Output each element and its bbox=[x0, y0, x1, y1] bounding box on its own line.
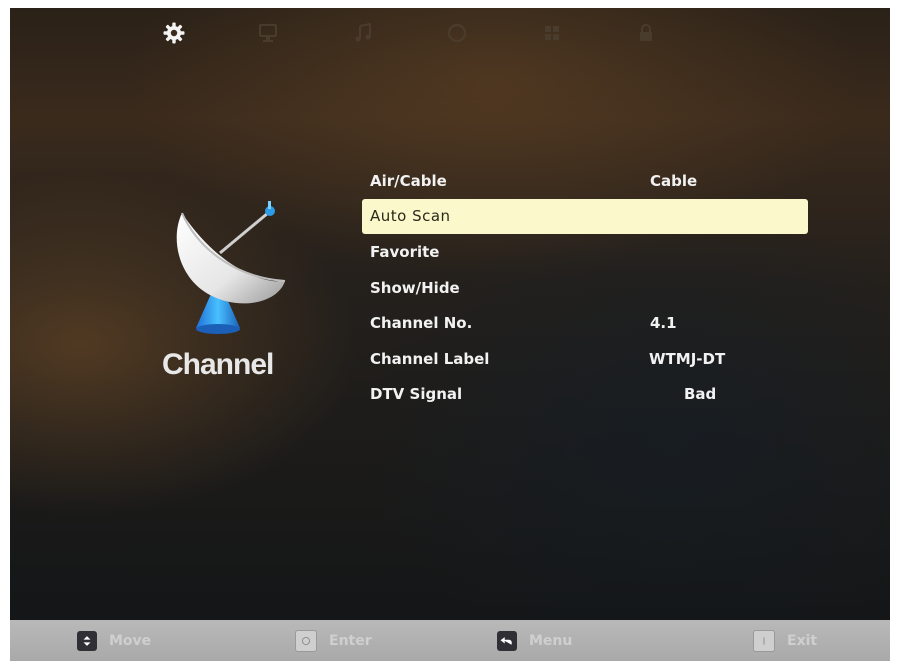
tab-sound[interactable] bbox=[350, 20, 376, 46]
channel-menu: Air/Cable Cable Auto Scan Favorite Show/… bbox=[362, 163, 808, 412]
satellite-dish-icon bbox=[176, 201, 286, 334]
menu-item-label: DTV Signal bbox=[370, 385, 463, 404]
menu-item-show-hide[interactable]: Show/Hide bbox=[362, 270, 808, 306]
hint-move: Move bbox=[77, 628, 151, 654]
tab-lock[interactable] bbox=[633, 20, 659, 46]
channel-hero bbox=[160, 183, 300, 353]
hint-label: Enter bbox=[329, 633, 372, 649]
circle-icon bbox=[447, 23, 467, 43]
lock-icon bbox=[640, 24, 652, 41]
hint-label: Move bbox=[109, 633, 152, 649]
category-tab-bar bbox=[10, 8, 890, 58]
menu-item-favorite[interactable]: Favorite bbox=[362, 234, 808, 270]
menu-item-auto-scan[interactable]: Auto Scan bbox=[362, 198, 808, 235]
music-note-icon bbox=[355, 22, 371, 42]
tab-setup[interactable] bbox=[161, 20, 187, 46]
hint-label: Menu bbox=[529, 633, 573, 649]
menu-item-dtv-signal[interactable]: DTV Signal Bad bbox=[362, 377, 808, 413]
menu-item-label: Show/Hide bbox=[370, 278, 460, 297]
tv-screen: Channel Air/Cable Cable Auto Scan Favori… bbox=[10, 8, 890, 620]
section-title: Channel bbox=[162, 348, 274, 381]
hint-label: Exit bbox=[787, 633, 818, 649]
monitor-icon bbox=[259, 24, 277, 42]
exit-icon bbox=[753, 630, 775, 652]
menu-item-label: Favorite bbox=[370, 242, 440, 261]
menu-item-label: Channel Label bbox=[370, 349, 490, 368]
return-arrow-icon bbox=[497, 631, 517, 651]
hint-exit: Exit bbox=[753, 628, 817, 654]
menu-item-air-cable[interactable]: Air/Cable Cable bbox=[362, 163, 808, 199]
tab-apps[interactable] bbox=[539, 20, 565, 46]
tab-time[interactable] bbox=[444, 20, 470, 46]
enter-icon bbox=[295, 630, 317, 652]
menu-item-label: Air/Cable bbox=[370, 171, 447, 190]
menu-item-value: Bad bbox=[684, 385, 717, 404]
menu-item-channel-no[interactable]: Channel No. 4.1 bbox=[362, 305, 808, 341]
menu-item-value: WTMJ-DT bbox=[649, 349, 726, 368]
grid-icon bbox=[545, 26, 559, 40]
hint-enter: Enter bbox=[295, 628, 372, 654]
tab-picture[interactable] bbox=[255, 20, 281, 46]
menu-item-label: Channel No. bbox=[370, 314, 473, 333]
menu-item-value: Cable bbox=[650, 171, 698, 190]
gear-icon bbox=[163, 22, 185, 44]
menu-item-channel-label[interactable]: Channel Label WTMJ-DT bbox=[362, 341, 808, 377]
menu-item-value: 4.1 bbox=[650, 314, 677, 333]
footer-hint-bar: Move Enter Menu Exit bbox=[10, 620, 890, 661]
updown-arrows-icon bbox=[77, 631, 97, 651]
menu-item-label: Auto Scan bbox=[370, 207, 451, 226]
hint-menu: Menu bbox=[497, 628, 572, 654]
